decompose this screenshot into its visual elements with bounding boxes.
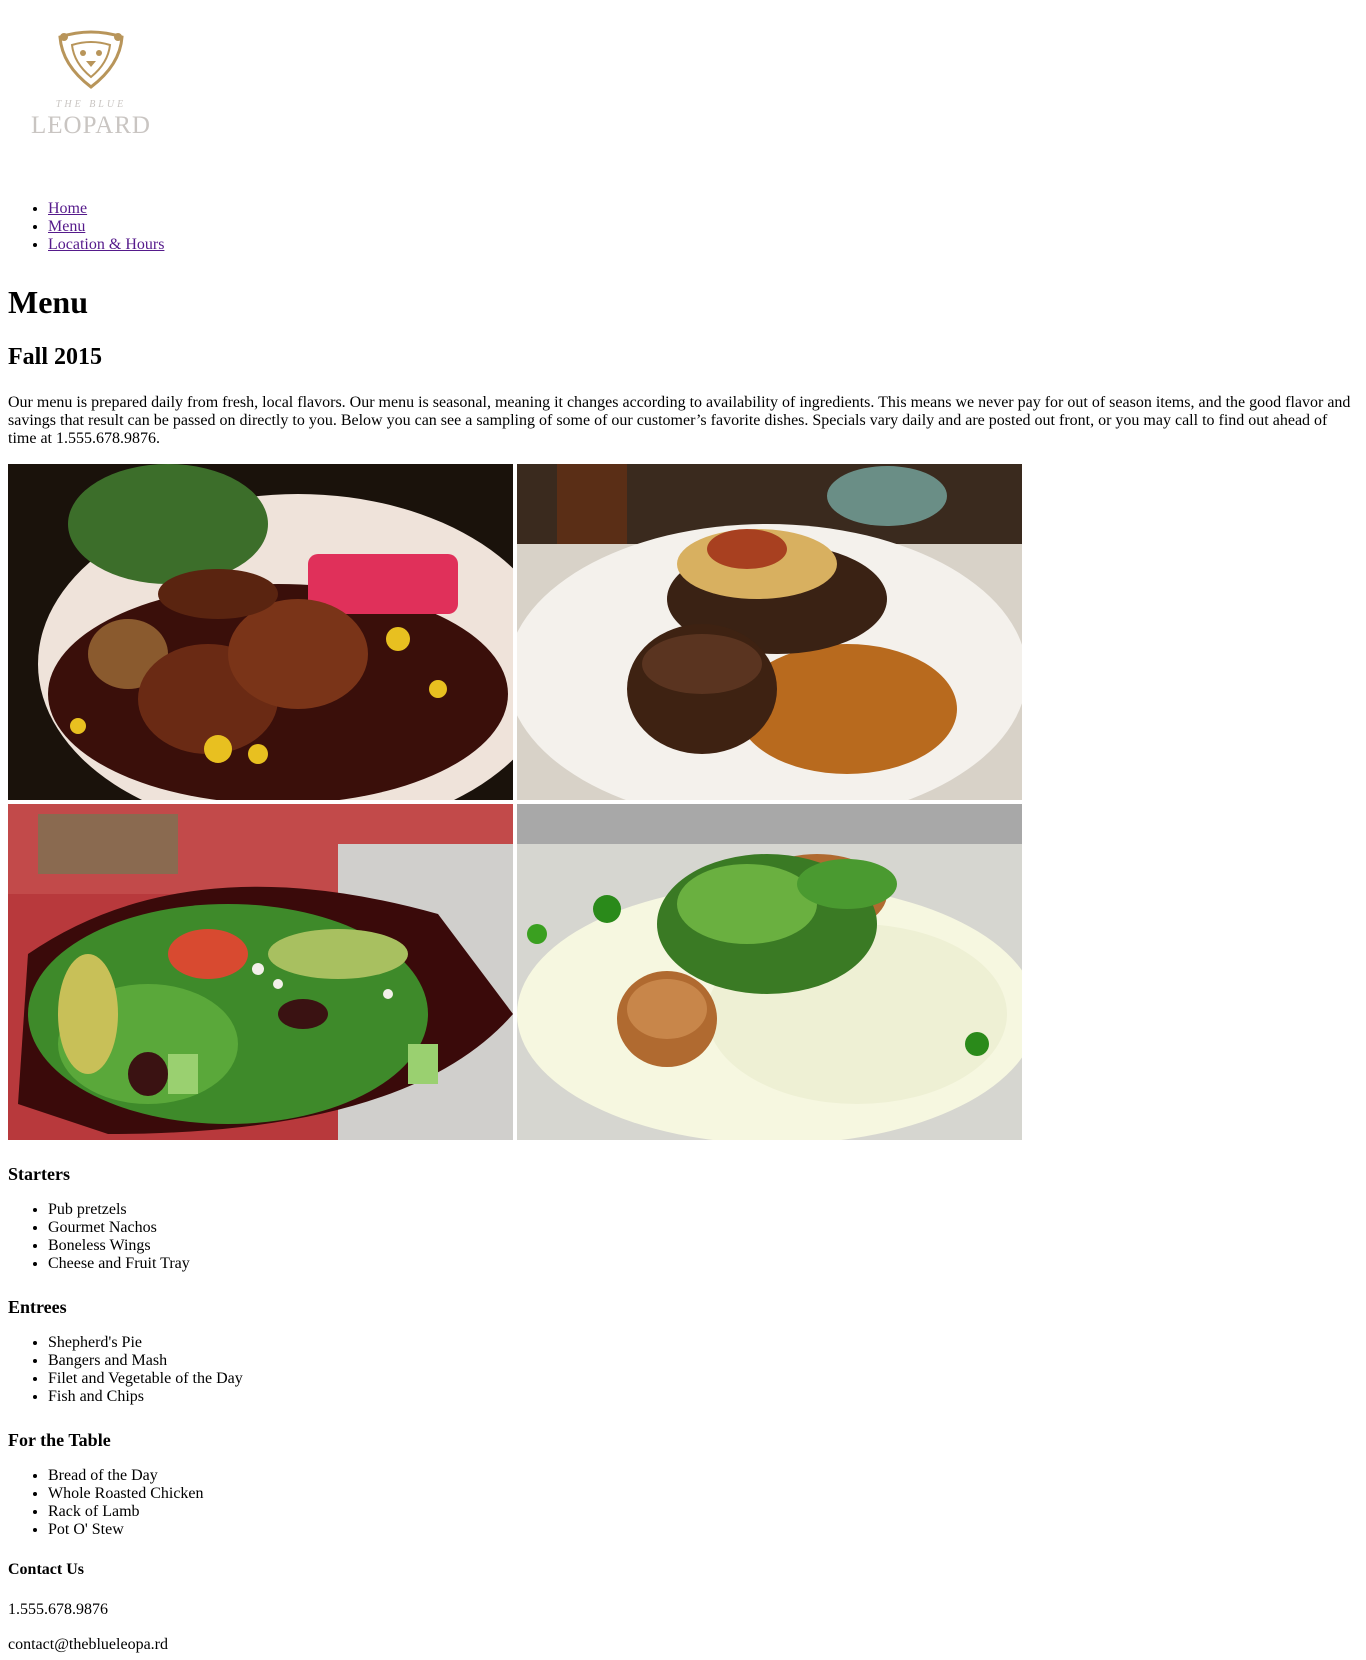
nav-item-home: Home xyxy=(48,200,1358,218)
list-item: Rack of Lamb xyxy=(48,1503,1358,1521)
list-item: Boneless Wings xyxy=(48,1237,1358,1255)
contact-heading: Contact Us xyxy=(8,1561,84,1578)
nav-link-location-hours[interactable]: Location & Hours xyxy=(48,236,164,253)
scallops-photo xyxy=(517,804,1022,1140)
season-subtitle: Fall 2015 xyxy=(8,344,102,370)
list-item: Shepherd's Pie xyxy=(48,1334,1358,1352)
starters-list: Pub pretzels Gourmet Nachos Boneless Win… xyxy=(8,1201,1358,1273)
steak-and-potato-photo xyxy=(517,464,1022,800)
list-item: Filet and Vegetable of the Day xyxy=(48,1370,1358,1388)
contact-email: contact@theblueleopa.rd xyxy=(8,1636,168,1653)
entrees-list: Shepherd's Pie Bangers and Mash Filet an… xyxy=(8,1334,1358,1406)
lamb-dish-photo xyxy=(8,464,513,800)
nav-item-menu: Menu xyxy=(48,218,1358,236)
list-item: Pot O' Stew xyxy=(48,1521,1358,1539)
list-item: Pub pretzels xyxy=(48,1201,1358,1219)
nav-item-location: Location & Hours xyxy=(48,236,1358,254)
contact-section: Contact Us 1.555.678.9876 contact@theblu… xyxy=(8,1561,1358,1654)
list-item: Cheese and Fruit Tray xyxy=(48,1255,1358,1273)
logo-small-text: THE BLUE xyxy=(56,99,126,110)
nav-link-menu[interactable]: Menu xyxy=(48,218,85,235)
list-item: Fish and Chips xyxy=(48,1388,1358,1406)
page-title: Menu xyxy=(8,284,88,320)
salad-photo xyxy=(8,804,513,1140)
intro-paragraph: Our menu is prepared daily from fresh, l… xyxy=(8,394,1351,447)
contact-phone: 1.555.678.9876 xyxy=(8,1601,108,1618)
section-heading-entrees: Entrees xyxy=(8,1297,67,1317)
list-item: Gourmet Nachos xyxy=(48,1219,1358,1237)
main-nav: Home Menu Location & Hours xyxy=(8,200,1358,254)
section-heading-for-the-table: For the Table xyxy=(8,1430,111,1450)
logo-big-text: LEOPARD xyxy=(31,112,151,139)
leopard-crest-logo: THE BLUE LEOPARD xyxy=(31,30,151,139)
list-item: Bangers and Mash xyxy=(48,1352,1358,1370)
list-item: Bread of the Day xyxy=(48,1467,1358,1485)
list-item: Whole Roasted Chicken xyxy=(48,1485,1358,1503)
section-heading-starters: Starters xyxy=(8,1164,70,1184)
nav-link-home[interactable]: Home xyxy=(48,200,87,217)
logo[interactable]: THE BLUE LEOPARD xyxy=(20,25,162,160)
for-the-table-list: Bread of the Day Whole Roasted Chicken R… xyxy=(8,1467,1358,1539)
photo-gallery xyxy=(8,464,1022,1140)
